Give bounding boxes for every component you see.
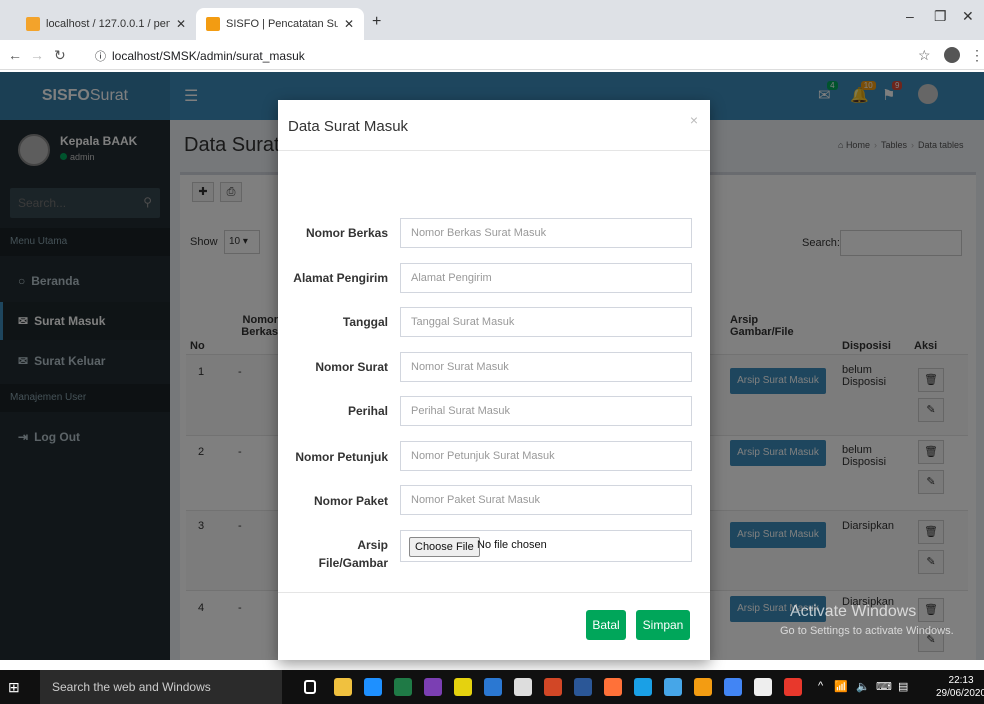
taskbar-clock[interactable]: 22:13 29/06/2020: [936, 674, 984, 700]
field-label: Nomor Surat: [315, 360, 388, 374]
taskbar-search[interactable]: Search the web and Windows: [40, 670, 282, 704]
window-close-icon[interactable]: ✕: [962, 8, 974, 25]
field-label: Nomor Paket: [313, 494, 388, 508]
modal-title: Data Surat Masuk: [288, 118, 409, 135]
nomor-paket-input[interactable]: [400, 485, 692, 515]
app-icon[interactable]: [784, 678, 802, 696]
volume-icon[interactable]: 🔈: [856, 680, 870, 693]
sisfo-favicon-icon: [206, 17, 220, 31]
keyboard-icon[interactable]: ⌨: [876, 680, 892, 693]
browser-tab-bar: localhost / 127.0.0.1 / pengarsip ✕ SISF…: [0, 0, 984, 40]
tab-close-icon[interactable]: ✕: [344, 17, 354, 31]
field-label: File/Gambar: [318, 556, 388, 570]
tab-title: SISFO | Pencatatan Surat: [226, 18, 338, 30]
save-button[interactable]: Simpan: [636, 610, 690, 640]
close-icon[interactable]: ×: [690, 112, 698, 128]
bookmark-star-icon[interactable]: ☆: [918, 47, 931, 64]
field-label: Tanggal: [342, 315, 388, 329]
tab-title: localhost / 127.0.0.1 / pengarsip: [46, 18, 170, 30]
nomor-surat-input[interactable]: [400, 352, 692, 382]
minimize-icon[interactable]: –: [906, 8, 914, 24]
restore-icon[interactable]: ❐: [934, 8, 947, 25]
word-icon[interactable]: [574, 678, 592, 696]
url-field[interactable]: ⓘ localhost/SMSK/admin/surat_masuk: [95, 48, 305, 64]
address-bar: ← → ↻ ⓘ localhost/SMSK/admin/surat_masuk …: [0, 40, 984, 70]
new-tab-icon[interactable]: +: [372, 13, 381, 31]
notifications-icon[interactable]: ▤: [898, 680, 908, 693]
field-label: Perihal: [347, 404, 388, 418]
field-label: Nomor Berkas: [305, 226, 388, 240]
onenote-icon[interactable]: [424, 678, 442, 696]
windows-start-icon[interactable]: ⊞: [8, 679, 20, 696]
app-icon[interactable]: [634, 678, 652, 696]
tanggal-input[interactable]: [400, 307, 692, 337]
field-label: Nomor Petunjuk: [295, 450, 388, 464]
choose-file-button[interactable]: Choose File: [409, 537, 480, 557]
perihal-input[interactable]: [400, 396, 692, 426]
nomor-petunjuk-input[interactable]: [400, 441, 692, 471]
phpmyadmin-favicon-icon: [26, 17, 40, 31]
alamat-pengirim-input[interactable]: [400, 263, 692, 293]
chrome-icon[interactable]: [724, 678, 742, 696]
info-icon: ⓘ: [95, 51, 106, 63]
file-explorer-icon[interactable]: [334, 678, 352, 696]
profile-icon[interactable]: [944, 47, 960, 63]
modal-dialog: Data Surat Masuk × Nomor Berkas Alamat P…: [278, 100, 710, 660]
network-icon[interactable]: 📶: [834, 680, 848, 693]
task-view-icon[interactable]: [304, 680, 316, 694]
tab-phpmyadmin[interactable]: localhost / 127.0.0.1 / pengarsip ✕: [16, 8, 196, 40]
tray-chevron-icon[interactable]: ^: [818, 680, 823, 692]
forward-icon[interactable]: →: [30, 47, 44, 63]
activate-windows-text: Go to Settings to activate Windows.: [780, 625, 954, 637]
file-input: Choose File No file chosen: [400, 530, 692, 562]
field-label: Arsip: [357, 538, 388, 552]
tab-sisfo[interactable]: SISFO | Pencatatan Surat ✕: [196, 8, 364, 40]
modal-divider: [278, 150, 710, 151]
firefox-icon[interactable]: [604, 678, 622, 696]
cancel-button[interactable]: Batal: [586, 610, 626, 640]
app-icon[interactable]: [664, 678, 682, 696]
tab-close-icon[interactable]: ✕: [176, 17, 186, 31]
excel-icon[interactable]: [394, 678, 412, 696]
powerpoint-icon[interactable]: [544, 678, 562, 696]
back-icon[interactable]: ←: [8, 47, 22, 63]
activate-windows-title: Activate Windows: [790, 603, 917, 620]
taskbar: ⊞ Search the web and Windows ^ 📶 🔈 ⌨ ▤ 2…: [0, 670, 984, 704]
photos-icon[interactable]: [754, 678, 772, 696]
menu-dots-icon[interactable]: ⋮: [970, 47, 984, 64]
file-status: No file chosen: [477, 539, 547, 551]
nomor-berkas-input[interactable]: [400, 218, 692, 248]
reload-icon[interactable]: ↻: [54, 47, 66, 64]
edge-icon[interactable]: [364, 678, 382, 696]
sublime-icon[interactable]: [454, 678, 472, 696]
modal-divider: [278, 592, 710, 593]
xampp-icon[interactable]: [694, 678, 712, 696]
field-label: Alamat Pengirim: [293, 271, 388, 285]
store-icon[interactable]: [514, 678, 532, 696]
outlook-icon[interactable]: [484, 678, 502, 696]
